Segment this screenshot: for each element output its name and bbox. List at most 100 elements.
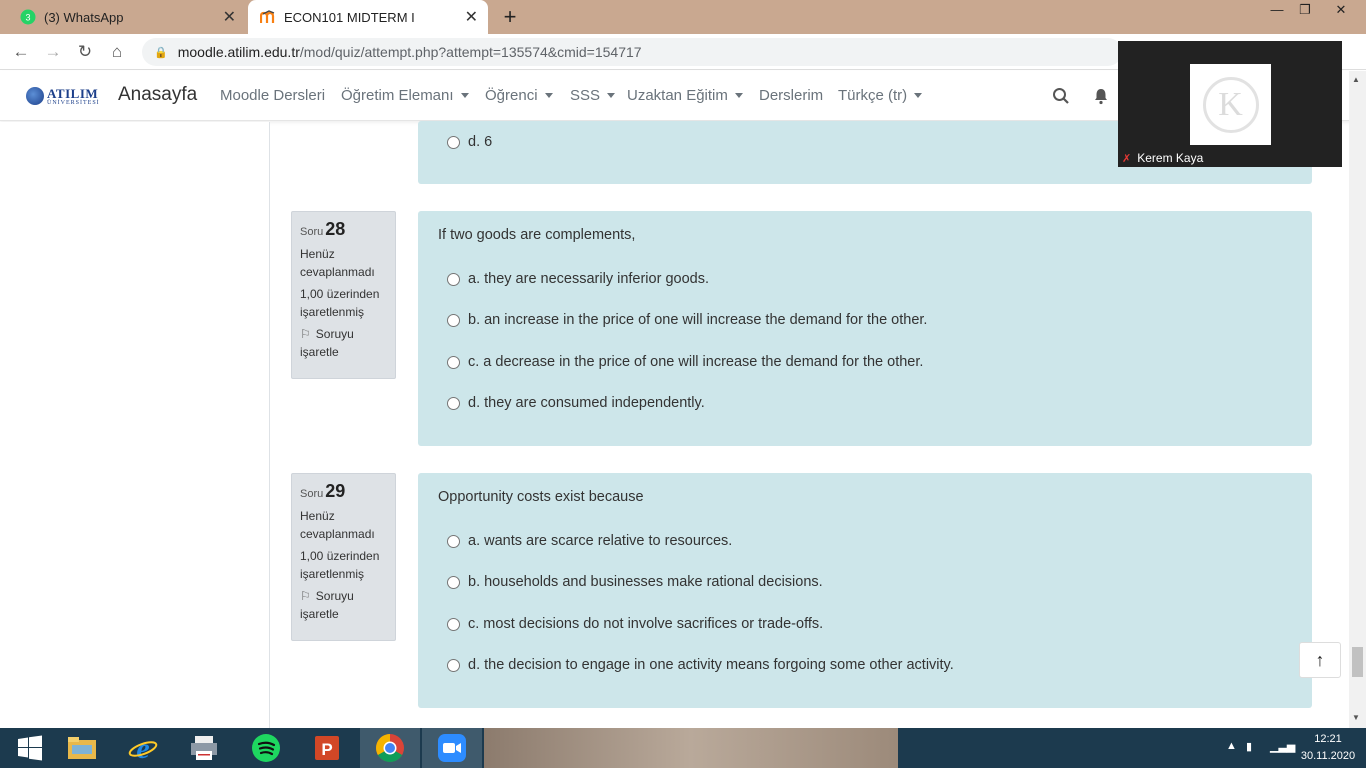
flag-question-link[interactable]: ⚐ Soruyu işaretle [300, 325, 387, 361]
question-text: Opportunity costs exist because [438, 489, 644, 505]
flag-icon: ⚐ [300, 589, 311, 603]
clock-time: 12:21 [1314, 733, 1342, 745]
video-call-window[interactable]: K ✗ Kerem Kaya [1118, 41, 1342, 167]
logo-text: ATILIM [47, 85, 99, 101]
tab-whatsapp[interactable]: 3 (3) WhatsApp ✕ [10, 0, 246, 34]
lock-icon: 🔒 [154, 46, 168, 59]
question-card-29: Opportunity costs exist because a. wants… [418, 473, 1312, 708]
bell-icon[interactable] [1092, 87, 1110, 105]
arrow-up-icon: ↑ [1315, 649, 1325, 670]
zoom-icon[interactable] [422, 728, 482, 768]
nav-ogrenci[interactable]: Öğrenci [485, 87, 553, 104]
question-info-29: Soru 29 Henüz cevaplanmadı 1,00 üzerinden… [291, 473, 396, 641]
radio-button[interactable] [447, 313, 460, 327]
tab-label: ECON101 MIDTERM I [284, 9, 415, 25]
close-icon[interactable]: ✕ [465, 7, 478, 27]
reload-icon[interactable]: ↻ [74, 42, 96, 62]
powerpoint-icon[interactable]: P [297, 728, 357, 768]
question-number: 28 [325, 219, 346, 239]
svg-text:3: 3 [25, 13, 30, 23]
svg-text:P: P [321, 740, 332, 759]
spotify-icon[interactable] [236, 728, 296, 768]
file-explorer-icon[interactable] [52, 728, 112, 768]
caret-down-icon [607, 93, 616, 98]
home-icon[interactable]: ⌂ [106, 42, 128, 62]
url-input[interactable]: 🔒 moodle.atilim.edu.tr /mod/quiz/attempt… [142, 38, 1122, 66]
question-points: 1,00 üzerinden işaretlenmiş [300, 549, 380, 581]
minimize-icon[interactable]: — [1262, 0, 1292, 22]
flag-question-link[interactable]: ⚐ Soruyu işaretle [300, 587, 387, 623]
scroll-down-icon[interactable]: ▼ [1352, 713, 1360, 722]
nav-sss[interactable]: SSS [570, 87, 616, 104]
radio-button[interactable] [447, 617, 460, 631]
chrome-icon[interactable] [360, 728, 420, 768]
muted-mic-icon: ✗ [1122, 152, 1132, 165]
atilim-logo[interactable]: ATILIM ÜNİVERSİTESİ [26, 84, 102, 108]
caret-down-icon [734, 93, 743, 98]
close-icon[interactable]: ✕ [223, 7, 236, 27]
caret-down-icon [914, 93, 923, 98]
nav-ogretim-elemani[interactable]: Öğretim Elemanı [341, 87, 469, 104]
radio-button[interactable] [447, 534, 460, 548]
page-scrollbar[interactable]: ▲ ▼ [1349, 71, 1366, 728]
network-icon[interactable]: ▁▃▅ [1270, 740, 1295, 753]
search-icon[interactable] [1052, 87, 1070, 105]
radio-button[interactable] [447, 355, 460, 369]
answer-option[interactable]: b. households and businesses make ration… [447, 574, 823, 590]
system-clock[interactable]: 12:21 30.11.2020 [1296, 731, 1360, 765]
printer-app-icon[interactable] [174, 728, 234, 768]
radio-button[interactable] [447, 575, 460, 589]
answer-option[interactable]: a. they are necessarily inferior goods. [447, 271, 709, 287]
close-window-icon[interactable]: ✕ [1326, 0, 1356, 22]
restore-icon[interactable]: ❐ [1290, 0, 1320, 22]
caret-down-icon [460, 93, 469, 98]
answer-option[interactable]: d. they are consumed independently. [447, 395, 705, 411]
avatar-initial: K [1202, 76, 1259, 133]
logo-subtext: ÜNİVERSİTESİ [47, 99, 100, 106]
radio-button[interactable] [447, 272, 460, 286]
question-status: Henüz cevaplanmadı [300, 509, 375, 541]
back-icon[interactable]: ← [10, 42, 32, 62]
question-label: Soru [300, 226, 324, 238]
tab-econ101[interactable]: ECON101 MIDTERM I ✕ [248, 0, 488, 34]
battery-icon[interactable]: ▮ [1246, 740, 1252, 753]
nav-moodle-dersleri[interactable]: Moodle Dersleri [220, 87, 325, 104]
new-tab-button[interactable]: + [498, 4, 522, 30]
participant-avatar: K [1190, 64, 1271, 145]
tab-label: (3) WhatsApp [44, 9, 124, 25]
moodle-icon [260, 9, 276, 25]
windows-taskbar: e P ▲ ▮ ▁▃▅ 12:21 30.11.2020 [0, 728, 1366, 768]
radio-button[interactable] [447, 658, 460, 672]
internet-explorer-icon[interactable]: e [113, 728, 173, 768]
answer-option[interactable]: c. a decrease in the price of one will i… [447, 354, 923, 370]
logo-globe-icon [26, 87, 44, 105]
forward-icon[interactable]: → [42, 42, 64, 62]
taskbar-wallpaper [484, 728, 898, 768]
flag-icon: ⚐ [300, 327, 311, 341]
nav-uzaktan-egitim[interactable]: Uzaktan Eğitim [627, 87, 743, 104]
question-points: 1,00 üzerinden işaretlenmiş [300, 287, 380, 319]
url-path: /mod/quiz/attempt.php?attempt=135574&cmi… [299, 44, 642, 60]
nav-derslerim[interactable]: Derslerim [759, 87, 823, 104]
answer-option[interactable]: d. 6 [447, 134, 492, 150]
answer-option[interactable]: a. wants are scarce relative to resource… [447, 533, 732, 549]
scroll-up-icon[interactable]: ▲ [1352, 75, 1360, 84]
windows-start-icon[interactable] [0, 728, 60, 768]
radio-button[interactable] [447, 396, 460, 410]
scrollbar-thumb[interactable] [1352, 647, 1363, 677]
question-text: If two goods are complements, [438, 227, 636, 243]
question-card-28: If two goods are complements, a. they ar… [418, 211, 1312, 446]
brand-home-link[interactable]: Anasayfa [118, 84, 197, 106]
answer-option[interactable]: d. the decision to engage in one activit… [447, 657, 954, 673]
url-host: moodle.atilim.edu.tr [177, 44, 300, 60]
radio-button[interactable] [447, 135, 460, 149]
tray-expand-icon[interactable]: ▲ [1226, 740, 1237, 752]
question-number: 29 [325, 481, 346, 501]
clock-date: 30.11.2020 [1300, 750, 1356, 762]
browser-tab-bar: 3 (3) WhatsApp ✕ ECON101 MIDTERM I ✕ + —… [0, 0, 1366, 34]
answer-option[interactable]: c. most decisions do not involve sacrifi… [447, 616, 823, 632]
caret-down-icon [544, 93, 553, 98]
answer-option[interactable]: b. an increase in the price of one will … [447, 312, 927, 328]
nav-language[interactable]: Türkçe (tr) [838, 87, 923, 104]
back-to-top-button[interactable]: ↑ [1299, 642, 1341, 678]
